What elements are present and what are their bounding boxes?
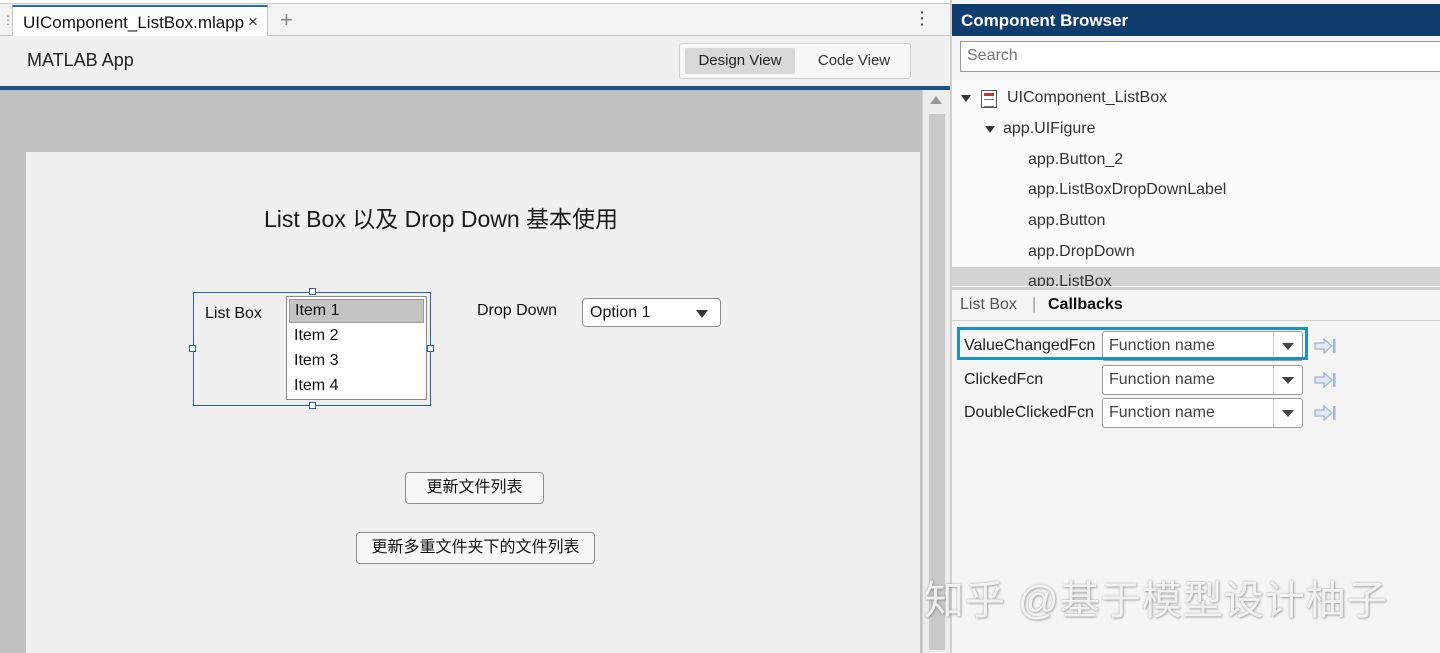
figure-title-label[interactable]: List Box 以及 Drop Down 基本使用 xyxy=(264,200,618,234)
list-item[interactable]: Item 3 xyxy=(289,349,424,373)
tree-node-button-2[interactable]: app.Button_2 xyxy=(952,145,1440,175)
go-to-callback-icon[interactable] xyxy=(1313,403,1337,423)
update-file-list-button[interactable]: 更新文件列表 xyxy=(405,472,544,504)
callback-function-select[interactable]: Function name xyxy=(1102,331,1303,361)
list-item[interactable]: Item 1 xyxy=(289,299,424,323)
tree-node-label: app.ListBox xyxy=(1028,273,1112,286)
tree-node-button[interactable]: app.Button xyxy=(952,206,1440,236)
component-search-box[interactable] xyxy=(960,41,1440,72)
callback-row-doubleclicked: DoubleClickedFcn Function name xyxy=(952,397,1440,429)
tree-node-listbox-dropdown-label[interactable]: app.ListBoxDropDownLabel xyxy=(952,175,1440,205)
callback-name: ClickedFcn xyxy=(964,371,1044,388)
tab-separator: | xyxy=(1032,296,1037,313)
resize-handle-bottom[interactable] xyxy=(309,402,316,409)
tree-node-app[interactable]: UIComponent_ListBox xyxy=(952,83,1440,113)
chevron-down-icon[interactable] xyxy=(961,95,971,102)
code-view-button[interactable]: Code View xyxy=(802,48,906,74)
document-tab[interactable]: UIComponent_ListBox.mlapp × xyxy=(12,5,268,36)
callback-function-placeholder: Function name xyxy=(1109,404,1215,421)
select-divider xyxy=(1273,399,1274,427)
callback-function-select[interactable]: Function name xyxy=(1102,365,1303,395)
tab-component-properties[interactable]: List Box xyxy=(960,296,1017,314)
select-divider xyxy=(1273,366,1274,394)
view-toggle: Design View Code View xyxy=(679,43,911,79)
component-tree: UIComponent_ListBox app.UIFigure app.But… xyxy=(952,80,1440,286)
callback-row-clicked: ClickedFcn Function name xyxy=(952,364,1440,396)
app-file-icon xyxy=(981,90,997,108)
callback-name: ValueChangedFcn xyxy=(964,337,1096,354)
document-tab-label: UIComponent_ListBox.mlapp xyxy=(23,13,245,32)
chevron-down-icon[interactable] xyxy=(1282,343,1294,350)
document-tab-bar: ⋮ UIComponent_ListBox.mlapp × + ⋮ xyxy=(0,4,950,36)
listbox-label: List Box xyxy=(205,305,262,322)
callback-function-placeholder: Function name xyxy=(1109,371,1215,388)
chevron-down-icon xyxy=(696,310,708,318)
ui-figure[interactable]: List Box 以及 Drop Down 基本使用 List Box Item… xyxy=(26,152,920,653)
resize-handle-top[interactable] xyxy=(309,288,316,295)
inspector-divider xyxy=(952,320,1440,321)
tree-node-label: UIComponent_ListBox xyxy=(1007,89,1168,106)
component-browser-panel: Component Browser UIComponent_ListBox ap… xyxy=(950,0,1440,653)
resize-handle-left[interactable] xyxy=(189,345,196,352)
chevron-down-icon[interactable] xyxy=(985,126,995,133)
app-title: MATLAB App xyxy=(27,50,134,70)
list-item[interactable]: Item 2 xyxy=(289,324,424,348)
tree-node-label: app.DropDown xyxy=(1028,243,1135,260)
app-designer-editor: ⋮ UIComponent_ListBox.mlapp × + ⋮ MATLAB… xyxy=(0,0,950,653)
callback-row-valuechanged: ValueChangedFcn Function name xyxy=(952,330,1440,362)
component-browser-header: Component Browser xyxy=(952,4,1440,36)
add-tab-icon[interactable]: + xyxy=(280,7,293,33)
resize-handle-right[interactable] xyxy=(427,345,434,352)
more-options-icon[interactable]: ⋮ xyxy=(913,9,931,27)
dropdown-value: Option 1 xyxy=(590,304,651,321)
tree-node-listbox[interactable]: app.ListBox xyxy=(952,267,1440,286)
tree-node-label: app.Button_2 xyxy=(1028,151,1124,168)
component-browser-title: Component Browser xyxy=(961,11,1129,30)
scroll-up-arrow-icon[interactable] xyxy=(930,96,942,104)
list-item[interactable]: Item 4 xyxy=(289,374,424,398)
update-multi-folder-list-button[interactable]: 更新多重文件夹下的文件列表 xyxy=(356,532,595,564)
go-to-callback-icon[interactable] xyxy=(1313,370,1337,390)
chevron-down-icon[interactable] xyxy=(1282,377,1294,384)
option-dropdown[interactable]: Option 1 xyxy=(582,298,721,327)
inspector-tabs: List Box | Callbacks xyxy=(952,290,1440,320)
go-to-callback-icon[interactable] xyxy=(1313,336,1337,356)
tree-node-label: app.ListBoxDropDownLabel xyxy=(1028,181,1227,198)
tree-node-uifigure[interactable]: app.UIFigure xyxy=(952,114,1440,144)
tree-node-dropdown[interactable]: app.DropDown xyxy=(952,237,1440,267)
search-input[interactable] xyxy=(967,47,1427,65)
select-divider xyxy=(1273,332,1274,360)
dropdown-label: Drop Down xyxy=(477,302,558,319)
callback-function-select[interactable]: Function name xyxy=(1102,398,1303,428)
grip-icon[interactable]: ⋮ xyxy=(2,12,14,28)
tree-node-label: app.UIFigure xyxy=(1003,120,1096,137)
close-icon[interactable]: × xyxy=(248,12,258,32)
watermark-text: 知乎 @基于模型设计柚子 xyxy=(924,579,1388,623)
tab-callbacks[interactable]: Callbacks xyxy=(1048,296,1123,314)
callback-name: DoubleClickedFcn xyxy=(964,404,1094,421)
design-view-button[interactable]: Design View xyxy=(685,48,795,74)
listbox[interactable]: Item 1 Item 2 Item 3 Item 4 xyxy=(286,296,427,400)
tree-node-label: app.Button xyxy=(1028,212,1106,229)
callback-function-placeholder: Function name xyxy=(1109,337,1215,354)
chevron-down-icon[interactable] xyxy=(1282,410,1294,417)
